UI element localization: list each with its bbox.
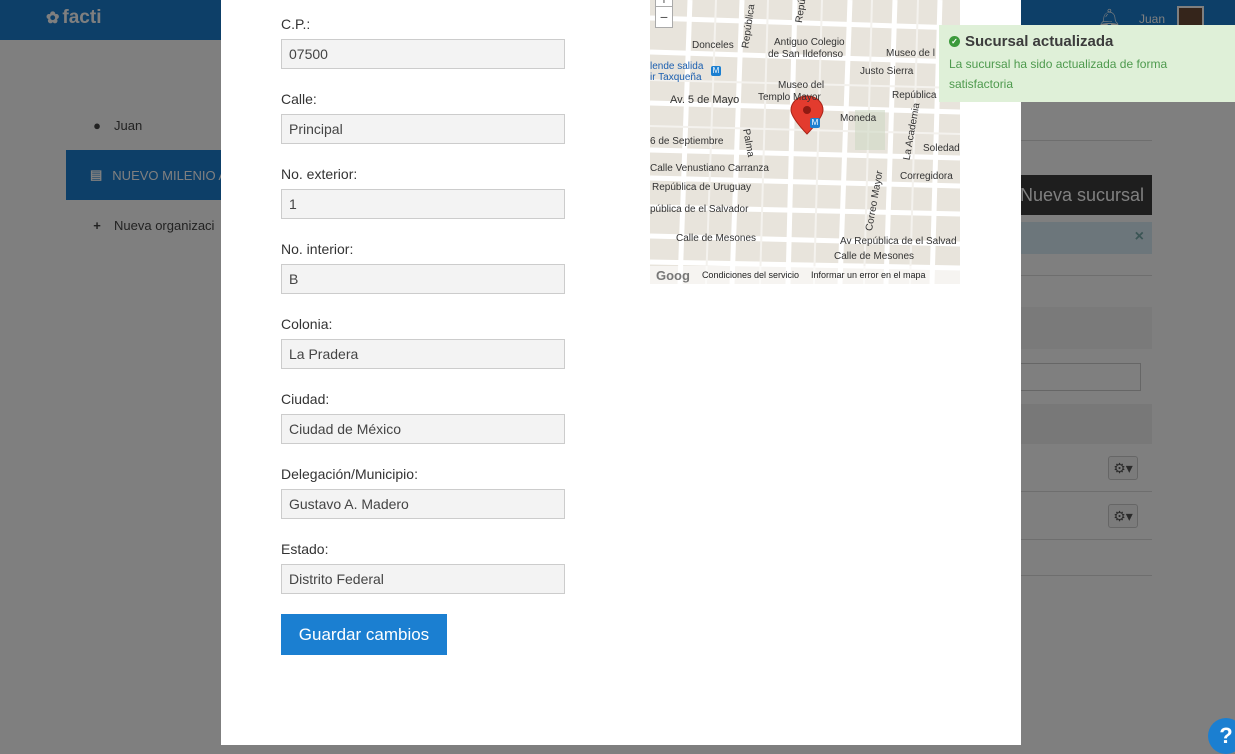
map-label: Calle de Mesones <box>834 251 915 262</box>
field-label: Calle: <box>281 91 317 107</box>
street-input[interactable] <box>281 114 565 144</box>
map-terms-link[interactable]: Condiciones del servicio <box>702 270 799 280</box>
field-calle: Calle: <box>281 90 565 165</box>
success-toast[interactable]: ✓ Sucursal actualizada La sucursal ha si… <box>939 25 1235 102</box>
google-logo: Goog <box>656 267 690 283</box>
field-label: Ciudad: <box>281 391 330 407</box>
map-label: Av República de el Salvad <box>840 236 957 247</box>
map-label: Calle de Mesones <box>676 233 757 244</box>
map-label: pública de el Salvador <box>650 204 749 215</box>
field-label: Estado: <box>281 541 329 557</box>
map-label: lende salida <box>650 61 704 72</box>
map-label: Donceles <box>692 40 734 51</box>
map-label: Soledad <box>923 143 960 154</box>
map-footer: Goog Condiciones del servicio Informar u… <box>650 266 960 284</box>
zoom-out-button[interactable]: − <box>655 6 673 28</box>
field-label: No. exterior: <box>281 166 358 182</box>
field-estado: Estado: <box>281 540 565 615</box>
field-delegacion: Delegación/Municipio: <box>281 465 565 540</box>
map-label: Antiguo Colegio <box>774 37 845 48</box>
field-colonia: Colonia: <box>281 315 565 390</box>
map-label: Moneda <box>840 113 877 124</box>
field-cp: C.P.: <box>281 15 565 90</box>
field-label: Colonia: <box>281 316 333 332</box>
metro-icon: M <box>711 66 721 76</box>
toast-title-row: ✓ Sucursal actualizada <box>949 33 1225 50</box>
map-label: Museo del <box>778 80 825 91</box>
cp-input[interactable] <box>281 39 565 69</box>
check-circle-icon: ✓ <box>949 36 960 47</box>
address-form: C.P.: Calle: No. exterior: No. interior:… <box>281 15 565 615</box>
map-label: Templo Mayor <box>758 92 821 103</box>
field-label: C.P.: <box>281 16 311 32</box>
colonia-input[interactable] <box>281 339 565 369</box>
field-label: No. interior: <box>281 241 354 257</box>
map-label: Corregidora <box>900 171 953 182</box>
toast-message: La sucursal ha sido actualizada de forma… <box>949 57 1168 91</box>
toast-title: Sucursal actualizada <box>965 33 1114 50</box>
map-label: de San Ildefonso <box>768 49 844 60</box>
field-ciudad: Ciudad: <box>281 390 565 465</box>
metro-icon: M <box>810 118 820 128</box>
state-input[interactable] <box>281 564 565 594</box>
map-label: República <box>892 90 937 101</box>
map-label: Museo de l <box>886 48 935 59</box>
exterior-number-input[interactable] <box>281 189 565 219</box>
interior-number-input[interactable] <box>281 264 565 294</box>
map-label: Justo Sierra <box>860 66 914 77</box>
location-map[interactable]: + − Donceles Antiguo Colegio de San Ilde… <box>650 0 960 284</box>
save-button[interactable]: Guardar cambios <box>281 614 447 655</box>
edit-branch-modal: C.P.: Calle: No. exterior: No. interior:… <box>221 0 1021 745</box>
field-no-exterior: No. exterior: <box>281 165 565 240</box>
field-label: Delegación/Municipio: <box>281 466 418 482</box>
map-label: ir Taxqueña <box>650 72 702 83</box>
map-label: 6 de Septiembre <box>650 136 724 147</box>
city-input[interactable] <box>281 414 565 444</box>
map-report-link[interactable]: Informar un error en el mapa <box>811 270 926 280</box>
map-label: Calle Venustiano Carranza <box>650 163 769 174</box>
field-no-interior: No. interior: <box>281 240 565 315</box>
map-label: República de Uruguay <box>652 182 751 193</box>
map-label: Av. 5 de Mayo <box>670 94 740 106</box>
municipality-input[interactable] <box>281 489 565 519</box>
